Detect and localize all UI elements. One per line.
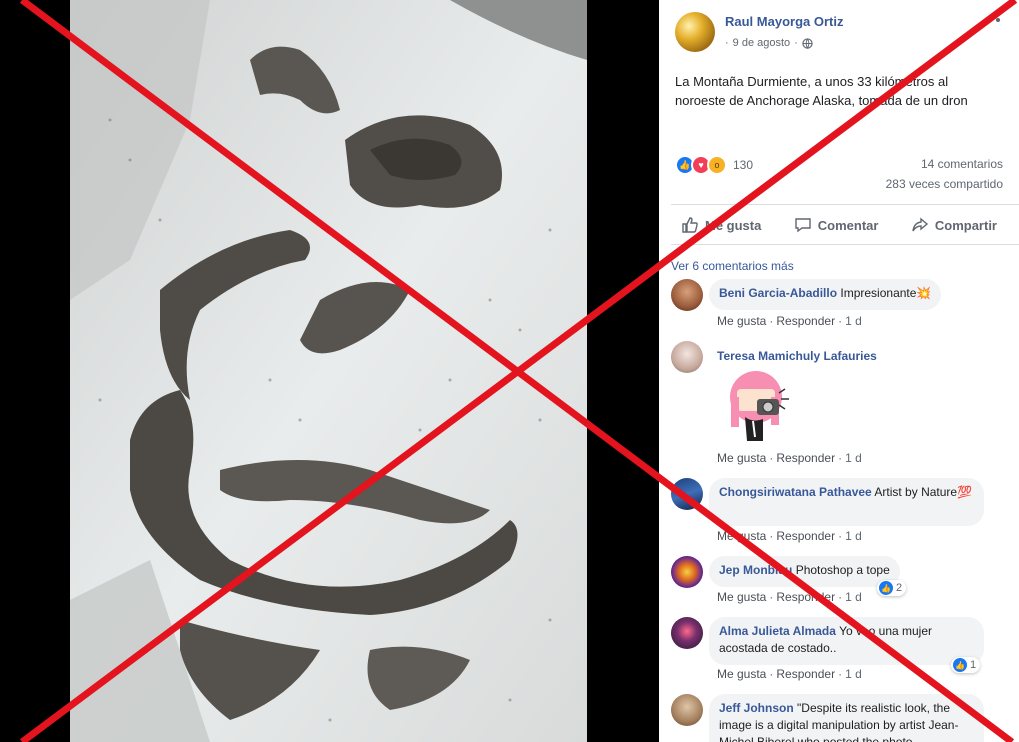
post-actions: Me gusta Comentar Compartir [671, 210, 1007, 240]
meta-separator: · [725, 37, 729, 49]
comments-count-link[interactable]: 14 comentarios [921, 157, 1003, 171]
commenter-avatar[interactable] [671, 341, 703, 373]
comment-item: Chongsiriwatana Pathavee Artist by Natur… [671, 478, 1001, 548]
comment-reply-link[interactable]: Responder [776, 529, 835, 543]
commenter-avatar[interactable] [671, 694, 703, 726]
commenter-name[interactable]: Beni Garcia-Abadillo [719, 286, 837, 300]
meta-separator: · [794, 37, 798, 49]
comment-button-label: Comentar [817, 217, 879, 233]
comment-icon [795, 218, 811, 233]
comment-like-link[interactable]: Me gusta [717, 451, 766, 465]
comment-actions: Me gusta · Responder · 1 d [717, 667, 862, 681]
commenter-name[interactable]: Alma Julieta Almada [719, 624, 836, 638]
comment-reaction-count: 1 [970, 659, 977, 671]
comment-like-link[interactable]: Me gusta [717, 529, 766, 543]
comment-text: Artist by Nature💯 [874, 485, 973, 499]
commenter-name[interactable]: Jeff Johnson [719, 701, 794, 715]
divider [671, 244, 1019, 245]
comment-bubble: Beni Garcia-Abadillo Impresionante💥 [709, 279, 942, 310]
share-button-label: Compartir [934, 217, 997, 233]
thumbs-up-icon [682, 217, 698, 233]
comment-actions: Me gusta · Responder · 1 d [717, 529, 862, 543]
reaction-count: 130 [733, 158, 754, 172]
comment-like-link[interactable]: Me gusta [717, 590, 766, 604]
sleeping-mountain-photo[interactable] [70, 0, 587, 742]
comment-time[interactable]: 1 d [845, 314, 862, 328]
comment-like-link[interactable]: Me gusta [717, 667, 766, 681]
commenter-avatar[interactable] [671, 617, 703, 649]
post-options-icon[interactable] [996, 18, 1000, 22]
post-text: La Montaña Durmiente, a unos 33 kilómetr… [675, 74, 968, 108]
comment-reply-link[interactable]: Responder [776, 314, 835, 328]
comment-reaction-badge[interactable]: 👍 2 [877, 580, 907, 596]
mountain-image [70, 0, 587, 742]
comment-bubble: Chongsiriwatana Pathavee Artist by Natur… [709, 478, 984, 526]
commenter-name[interactable]: Teresa Mamichuly Lafauries [717, 349, 877, 363]
comment-button[interactable]: Comentar [784, 216, 889, 234]
author-name[interactable]: Raul Mayorga Ortiz [725, 14, 843, 29]
comment-time[interactable]: 1 d [845, 667, 862, 681]
commenter-avatar[interactable] [671, 279, 703, 311]
share-icon [912, 217, 928, 232]
comment-time[interactable]: 1 d [845, 529, 862, 543]
share-button[interactable]: Compartir [901, 216, 1007, 234]
comment-reply-link[interactable]: Responder [776, 590, 835, 604]
comment-actions: Me gusta · Responder · 1 d [717, 314, 862, 328]
comment-bubble: Alma Julieta Almada Yo veo una mujer aco… [709, 617, 984, 665]
reaction-summary[interactable]: 👍 ♥ o 130 [675, 155, 753, 175]
post-sidebar: Raul Mayorga Ortiz · 9 de agosto · La Mo… [659, 0, 1019, 742]
comment-item: Alma Julieta Almada Yo veo una mujer aco… [671, 617, 1001, 685]
commenter-name[interactable]: Chongsiriwatana Pathavee [719, 485, 872, 499]
globe-icon[interactable] [802, 37, 813, 49]
comment-time[interactable]: 1 d [845, 590, 862, 604]
comment-item: Jep Monbiau Photoshop a tope 👍 2 Me gust… [671, 556, 1001, 606]
comment-time[interactable]: 1 d [845, 451, 862, 465]
post-date[interactable]: 9 de agosto [733, 37, 791, 49]
comment-item: Beni Garcia-Abadillo Impresionante💥 Me g… [671, 279, 1001, 331]
camera-girl-sticker [730, 371, 789, 441]
photo-viewer [0, 0, 659, 742]
commenter-avatar[interactable] [671, 478, 703, 510]
like-button[interactable]: Me gusta [671, 216, 771, 234]
comment-like-link[interactable]: Me gusta [717, 314, 766, 328]
comment-reply-link[interactable]: Responder [776, 451, 835, 465]
like-button-label: Me gusta [705, 217, 762, 233]
post-meta: · 9 de agosto · [725, 37, 813, 49]
author-avatar[interactable] [675, 12, 715, 52]
commenter-avatar[interactable] [671, 556, 703, 588]
comment-item: Teresa Mamichuly Lafauries Me gusta · Resp… [671, 341, 1001, 471]
comment-reply-link[interactable]: Responder [776, 667, 835, 681]
divider [671, 204, 1019, 205]
comment-reaction-badge[interactable]: 👍 1 [951, 657, 981, 673]
comment-text: Photoshop a tope [795, 563, 890, 577]
wow-reaction-icon: o [707, 155, 727, 175]
like-reaction-icon: 👍 [953, 658, 967, 672]
commenter-name[interactable]: Jep Monbiau [719, 563, 792, 577]
comment-actions: Me gusta · Responder · 1 d [717, 451, 862, 465]
comment-actions: Me gusta · Responder · 1 d [717, 590, 862, 604]
like-reaction-icon: 👍 [879, 581, 893, 595]
shares-count-link[interactable]: 283 veces compartido [886, 177, 1003, 191]
comment-text: Impresionante💥 [840, 286, 932, 300]
comment-reaction-count: 2 [896, 582, 903, 594]
view-more-comments-link[interactable]: Ver 6 comentarios más [671, 259, 794, 273]
comment-bubble: Jeff Johnson "Despite its realistic look… [709, 694, 984, 742]
comment-bubble: Jep Monbiau Photoshop a tope [709, 556, 900, 587]
comment-item: Jeff Johnson "Despite its realistic look… [671, 694, 1001, 742]
